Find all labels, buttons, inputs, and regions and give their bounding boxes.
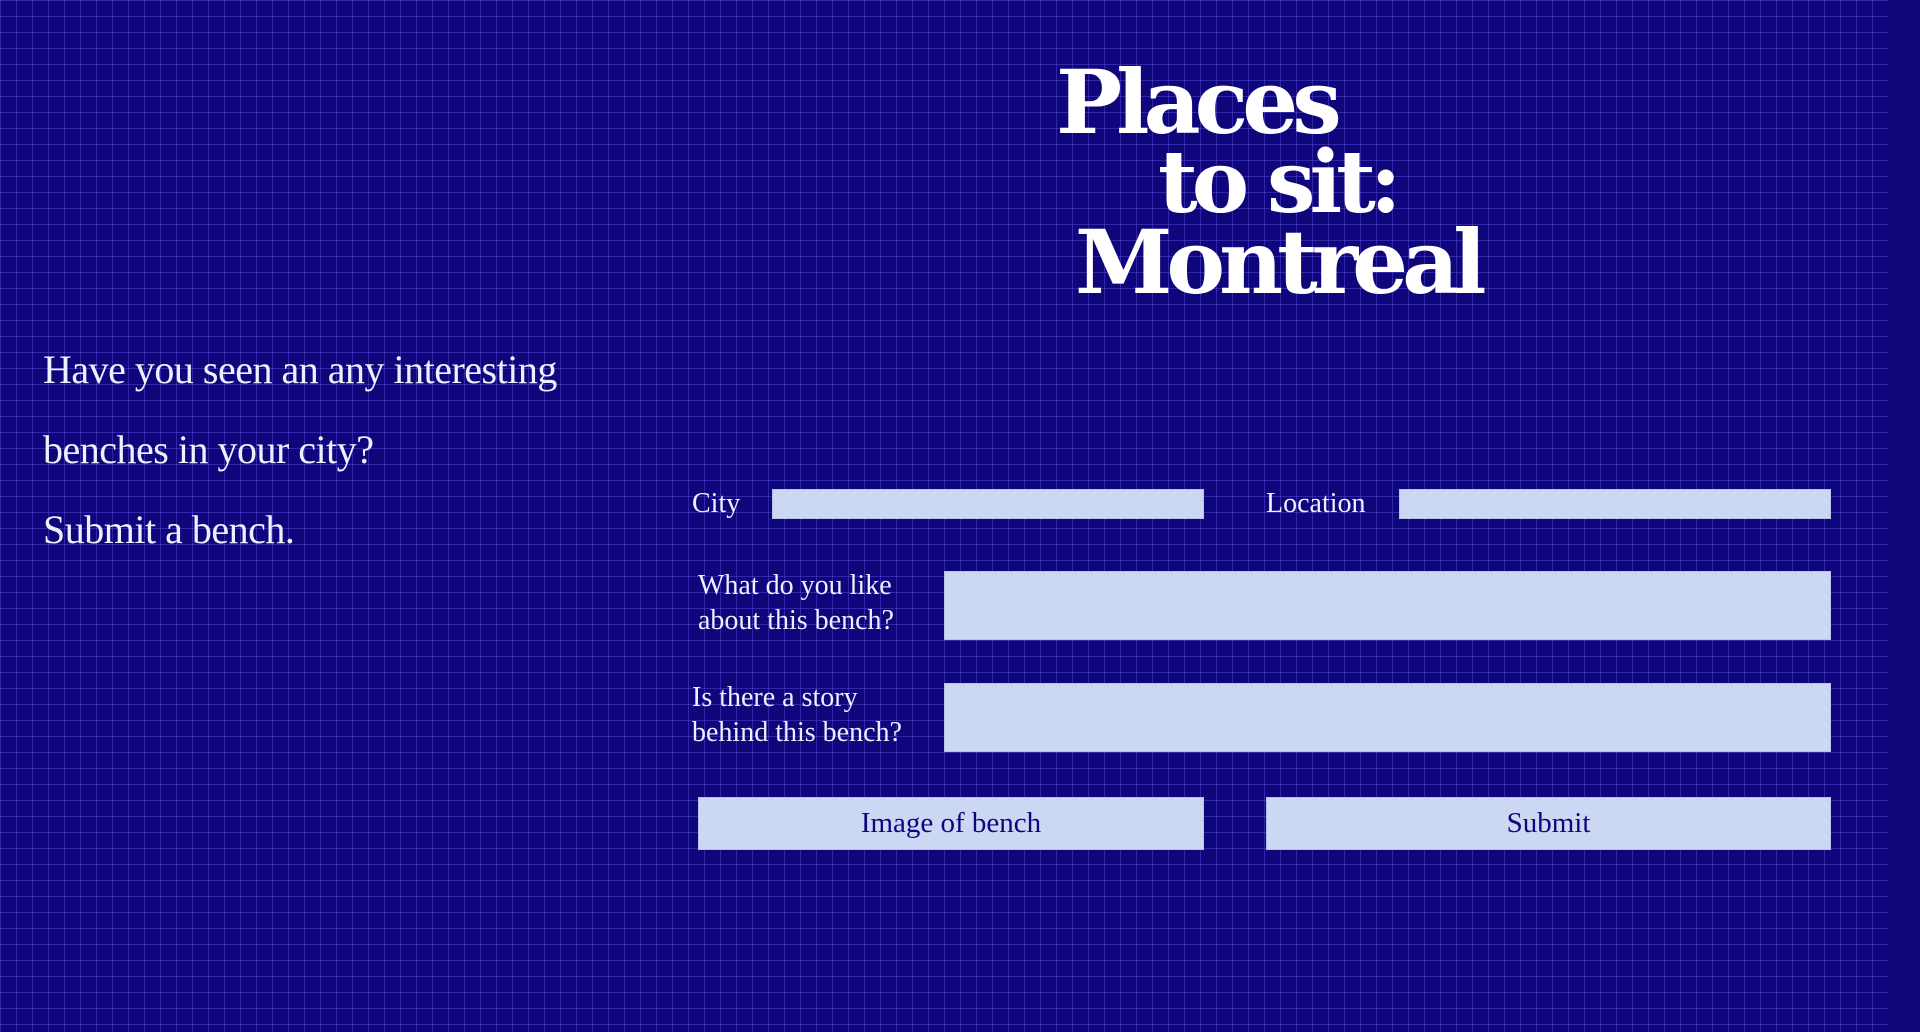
city-label: City [692, 488, 741, 519]
location-input[interactable] [1399, 489, 1831, 519]
story-textarea[interactable] [944, 683, 1831, 752]
story-label-line-2: behind this bench? [692, 717, 902, 748]
intro-text-line-2: benches in your city? [43, 427, 374, 472]
city-input[interactable] [772, 489, 1204, 519]
page-title-line-3: Montreal [1075, 210, 1487, 314]
story-label-line-1: Is there a story [692, 682, 858, 713]
intro-text-line-3: Submit a bench. [43, 507, 295, 552]
like-label-line-1: What do you like [698, 570, 892, 601]
image-upload-button[interactable]: Image of bench [698, 797, 1204, 850]
like-label-line-2: about this bench? [698, 605, 894, 636]
intro-text-line-1: Have you seen an any interesting [43, 347, 557, 392]
story-label: Is there a story behind this bench? [692, 680, 902, 750]
like-label: What do you like about this bench? [698, 568, 894, 638]
like-textarea[interactable] [944, 571, 1831, 640]
location-label: Location [1266, 488, 1366, 519]
submit-button[interactable]: Submit [1266, 797, 1831, 850]
background-edge [1888, 0, 1920, 1032]
